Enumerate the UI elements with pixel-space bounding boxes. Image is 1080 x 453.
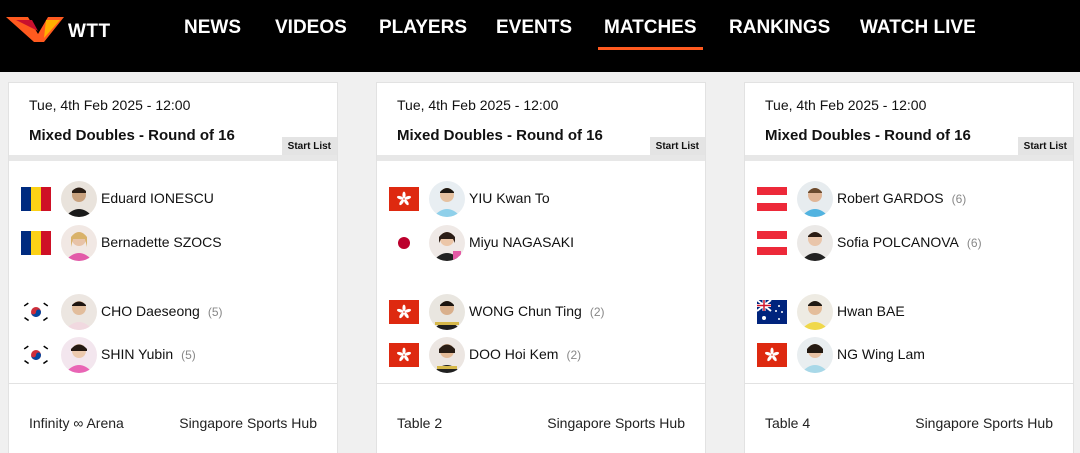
player-seed: (6) (966, 236, 982, 250)
flag-hong-kong-icon (757, 343, 787, 367)
table-name: Table 2 (397, 415, 443, 431)
match-title: Mixed Doubles - Round of 16 (765, 127, 971, 144)
player-row[interactable]: DOO Hoi Kem (2) (389, 337, 699, 373)
player-row[interactable]: SHIN Yubin (5) (21, 337, 331, 373)
match-date: Tue, 4th Feb 2025 - 12:00 (397, 97, 559, 113)
flag-austria-icon (757, 231, 787, 255)
player-avatar (797, 337, 833, 373)
player-avatar (61, 225, 97, 261)
brand-name: WTT (68, 21, 111, 42)
card-divider (745, 383, 1073, 384)
player-seed: (5) (207, 305, 223, 319)
nav-news[interactable]: NEWS (184, 17, 241, 39)
venue-name: Singapore Sports Hub (179, 415, 317, 431)
card-divider (9, 383, 337, 384)
player-row[interactable]: WONG Chun Ting (2) (389, 294, 699, 330)
player-row[interactable]: Bernadette SZOCS (21, 225, 331, 261)
player-seed: (2) (566, 348, 582, 362)
player-name: YIU Kwan To (469, 190, 550, 206)
flag-romania-icon (21, 187, 51, 211)
player-seed: (6) (951, 192, 967, 206)
player-row[interactable]: Miyu NAGASAKI (389, 225, 699, 261)
player-avatar (429, 337, 465, 373)
player-row[interactable]: Robert GARDOS (6) (757, 181, 1067, 217)
player-name: Miyu NAGASAKI (469, 234, 575, 250)
flag-hong-kong-icon (389, 187, 419, 211)
nav-watch-live[interactable]: WATCH LIVE (860, 17, 976, 39)
player-avatar (797, 181, 833, 217)
player-avatar (61, 181, 97, 217)
flag-hong-kong-icon (389, 300, 419, 324)
card-separator (377, 155, 705, 161)
start-list-button[interactable]: Start List (1017, 137, 1073, 157)
table-name: Table 4 (765, 415, 811, 431)
player-avatar (429, 181, 465, 217)
player-name: DOO Hoi Kem (2) (469, 346, 582, 362)
player-name: CHO Daeseong (5) (101, 303, 223, 319)
flag-south-korea-icon (21, 300, 51, 324)
nav-events[interactable]: EVENTS (496, 17, 572, 39)
player-avatar (429, 294, 465, 330)
start-list-button[interactable]: Start List (281, 137, 337, 157)
player-avatar (429, 225, 465, 261)
nav-videos[interactable]: VIDEOS (275, 17, 347, 39)
flag-japan-icon (389, 231, 419, 255)
match-date: Tue, 4th Feb 2025 - 12:00 (29, 97, 191, 113)
player-name: WONG Chun Ting (2) (469, 303, 605, 319)
player-row[interactable]: Eduard IONESCU (21, 181, 331, 217)
match-card[interactable]: Tue, 4th Feb 2025 - 12:00 Mixed Doubles … (744, 82, 1074, 453)
player-row[interactable]: YIU Kwan To (389, 181, 699, 217)
match-title: Mixed Doubles - Round of 16 (397, 127, 603, 144)
player-row[interactable]: Hwan BAE (757, 294, 1067, 330)
nav-players[interactable]: PLAYERS (379, 17, 467, 39)
flag-romania-icon (21, 231, 51, 255)
player-seed: (2) (589, 305, 605, 319)
start-list-button[interactable]: Start List (649, 137, 705, 157)
player-row[interactable]: Sofia POLCANOVA (6) (757, 225, 1067, 261)
player-avatar (61, 294, 97, 330)
card-divider (377, 383, 705, 384)
venue-name: Singapore Sports Hub (547, 415, 685, 431)
flag-hong-kong-icon (389, 343, 419, 367)
match-title: Mixed Doubles - Round of 16 (29, 127, 235, 144)
player-name: Sofia POLCANOVA (6) (837, 234, 982, 250)
wtt-logo[interactable]: WTT (6, 14, 126, 44)
venue-name: Singapore Sports Hub (915, 415, 1053, 431)
flag-south-korea-icon (21, 343, 51, 367)
top-navigation-bar: WTT NEWS VIDEOS PLAYERS EVENTS MATCHES R… (0, 0, 1080, 72)
player-name: Robert GARDOS (6) (837, 190, 967, 206)
flag-austria-icon (757, 187, 787, 211)
player-name: Eduard IONESCU (101, 190, 214, 206)
player-avatar (797, 225, 833, 261)
match-card[interactable]: Tue, 4th Feb 2025 - 12:00 Mixed Doubles … (376, 82, 706, 453)
flag-australia-icon (757, 300, 787, 324)
nav-rankings[interactable]: RANKINGS (729, 17, 830, 39)
card-separator (9, 155, 337, 161)
player-avatar (797, 294, 833, 330)
nav-matches[interactable]: MATCHES (598, 17, 703, 50)
player-row[interactable]: CHO Daeseong (5) (21, 294, 331, 330)
player-name: Hwan BAE (837, 303, 905, 319)
table-name: Infinity ∞ Arena (29, 415, 124, 431)
wtt-logo-icon (6, 17, 64, 42)
player-avatar (61, 337, 97, 373)
player-name: SHIN Yubin (5) (101, 346, 196, 362)
player-name: Bernadette SZOCS (101, 234, 222, 250)
player-seed: (5) (181, 348, 196, 362)
player-name: NG Wing Lam (837, 346, 925, 362)
match-card[interactable]: Tue, 4th Feb 2025 - 12:00 Mixed Doubles … (8, 82, 338, 453)
card-separator (745, 155, 1073, 161)
match-date: Tue, 4th Feb 2025 - 12:00 (765, 97, 927, 113)
player-row[interactable]: NG Wing Lam (757, 337, 1067, 373)
